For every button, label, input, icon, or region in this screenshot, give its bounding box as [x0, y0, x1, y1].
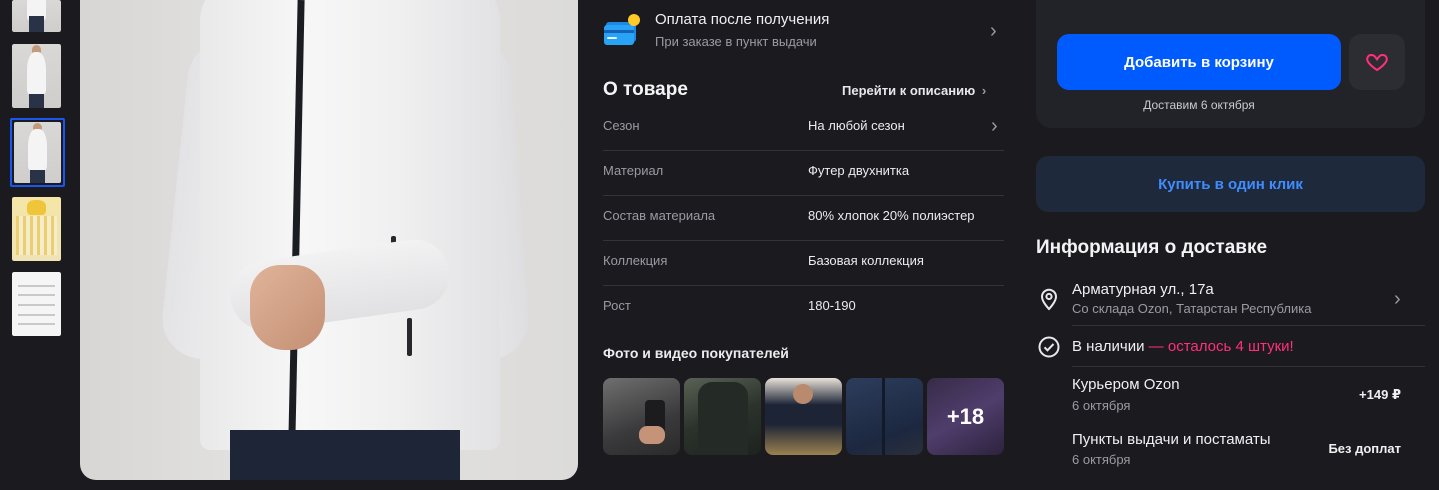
customer-photo-3[interactable]: [765, 378, 842, 455]
chevron-right-icon[interactable]: ›: [991, 116, 998, 136]
customer-media-title: Фото и видео покупателей: [603, 345, 789, 361]
about-title: О товаре: [603, 79, 688, 100]
spec-value: 80% хлопок 20% полиэстер: [808, 208, 975, 223]
product-main-image[interactable]: [80, 0, 578, 480]
spec-row-collection: Коллекция Базовая коллекция: [603, 241, 1004, 286]
spec-name: Коллекция: [603, 253, 668, 268]
spec-name: Материал: [603, 163, 664, 178]
spec-name: Рост: [603, 298, 631, 313]
spec-value: Базовая коллекция: [808, 253, 924, 268]
check-circle-icon: [1038, 336, 1060, 358]
spec-value[interactable]: На любой сезон: [808, 118, 905, 133]
divider: [1072, 325, 1425, 326]
location-pin-icon: [1040, 288, 1058, 311]
stock-left-warning: — осталось 4 штуки!: [1144, 338, 1294, 355]
add-to-cart-button[interactable]: Добавить в корзину: [1057, 34, 1341, 90]
customer-photos-more[interactable]: +18: [927, 378, 1004, 455]
divider: [1072, 366, 1425, 367]
go-to-description-label: Перейти к описанию: [842, 83, 976, 98]
delivery-option-pickup-date: 6 октября: [1072, 452, 1131, 467]
more-count: +18: [927, 378, 1004, 455]
stock-status: В наличии — осталось 4 штуки!: [1072, 338, 1294, 355]
spec-row-composition: Состав материала 80% хлопок 20% полиэсте…: [603, 196, 1004, 241]
delivery-option-pickup-price: Без доплат: [1328, 441, 1401, 456]
thumbnail-3[interactable]: [12, 197, 61, 261]
thumbnail-1[interactable]: [12, 44, 61, 108]
delivery-warehouse: Со склада Ozon, Татарстан Республика: [1072, 301, 1312, 316]
buy-one-click-button[interactable]: Купить в один клик: [1036, 156, 1425, 212]
payment-title[interactable]: Оплата после получения: [655, 11, 829, 28]
chevron-right-icon[interactable]: ›: [1394, 289, 1401, 309]
delivery-option-courier-title: Курьером Ozon: [1072, 376, 1180, 393]
credit-card-icon: [604, 14, 640, 45]
payment-subtitle: При заказе в пункт выдачи: [655, 34, 817, 49]
stock-label: В наличии: [1072, 338, 1145, 355]
spec-name: Состав материала: [603, 208, 716, 223]
spec-row-season: Сезон На любой сезон ›: [603, 106, 1004, 151]
heart-icon: [1366, 53, 1388, 72]
spec-name: Сезон: [603, 118, 640, 133]
delivery-date-note: Доставим 6 октября: [1143, 98, 1255, 112]
spec-value: 180-190: [808, 298, 856, 313]
delivery-option-pickup-title: Пункты выдачи и постаматы: [1072, 431, 1271, 448]
delivery-address[interactable]: Арматурная ул., 17а: [1072, 281, 1214, 298]
delivery-option-courier-price: +149 ₽: [1359, 387, 1401, 402]
spec-row-height: Рост 180-190: [603, 286, 1004, 331]
thumbnail-4[interactable]: [12, 272, 61, 336]
chevron-right-icon: ›: [981, 83, 987, 98]
spec-row-material: Материал Футер двухнитка: [603, 151, 1004, 196]
thumbnail-0[interactable]: [12, 0, 61, 32]
favorite-button[interactable]: [1349, 34, 1405, 90]
delivery-info-title: Информация о доставке: [1036, 237, 1268, 258]
chevron-right-icon[interactable]: ›: [990, 21, 997, 41]
customer-photo-1[interactable]: [603, 378, 680, 455]
delivery-option-courier-date: 6 октября: [1072, 398, 1131, 413]
customer-photo-4[interactable]: [846, 378, 923, 455]
spec-value: Футер двухнитка: [808, 163, 910, 178]
thumbnail-2-selected[interactable]: [10, 118, 65, 187]
go-to-description-link[interactable]: Перейти к описанию ›: [842, 83, 986, 98]
customer-photo-2[interactable]: [684, 378, 761, 455]
